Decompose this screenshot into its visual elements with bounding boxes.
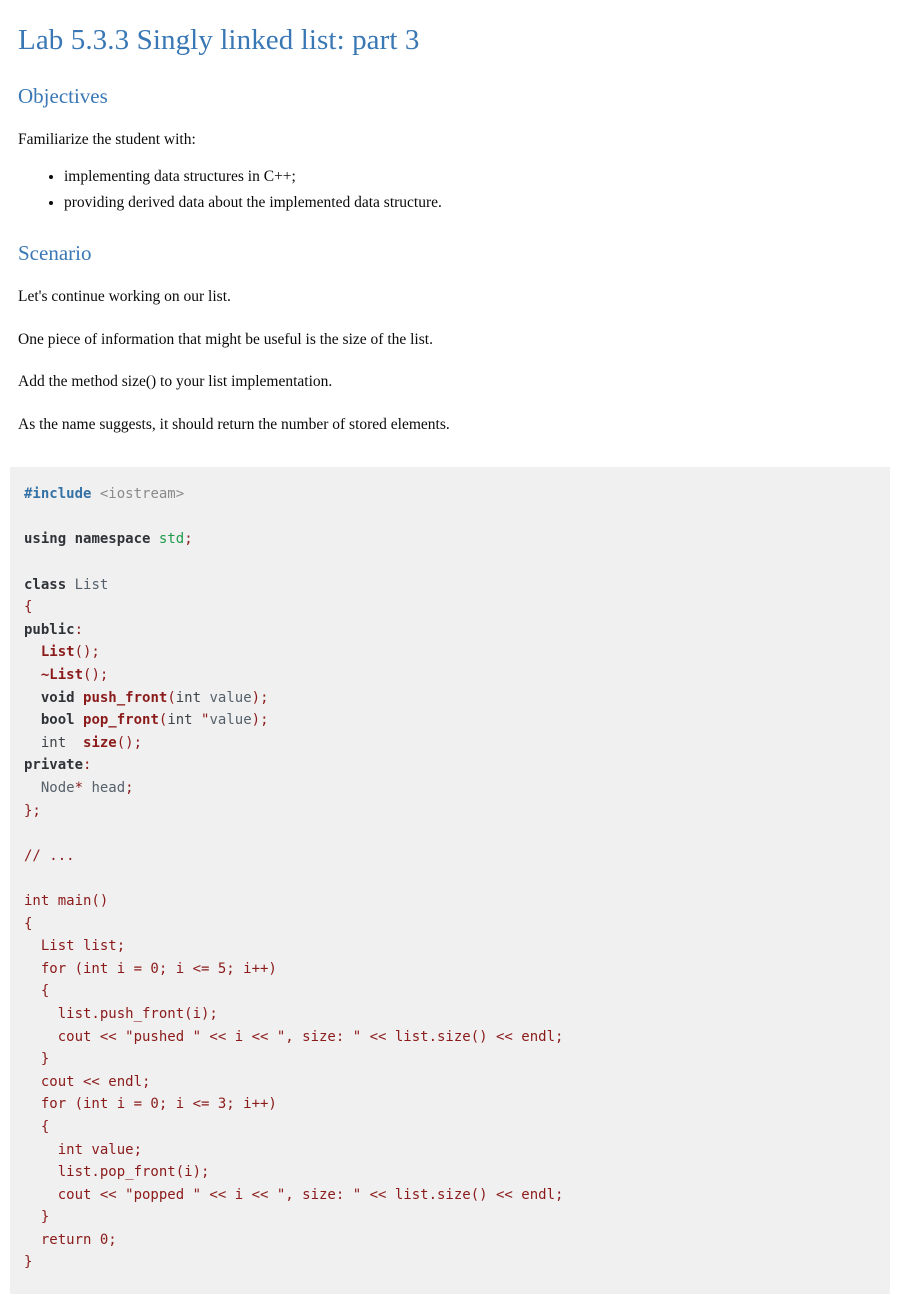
list-item: providing derived data about the impleme…: [64, 192, 890, 215]
code-listing: #include <iostream> using namespace std;…: [24, 486, 564, 1271]
scenario-paragraph: Add the method size() to your list imple…: [18, 373, 333, 391]
scenario-paragraph: As the name suggests, it should return t…: [18, 415, 450, 433]
document-content: Lab 5.3.3 Singly linked list: part 3 Obj…: [0, 22, 906, 436]
scenario-paragraph: Let's continue working on our list.: [18, 288, 231, 306]
scenario-paragraph: One piece of information that might be u…: [18, 330, 433, 348]
page-title: Lab 5.3.3 Singly linked list: part 3: [18, 24, 420, 56]
objectives-intro-text: Familiarize the student with:: [18, 131, 196, 149]
section-heading-scenario: Scenario: [18, 241, 92, 266]
list-item: implementing data structures in C++;: [64, 166, 890, 189]
section-heading-objectives: Objectives: [18, 83, 108, 108]
code-block: #include <iostream> using namespace std;…: [10, 467, 890, 1294]
objectives-list: implementing data structures in C++; pro…: [18, 166, 890, 216]
document-page: Lab 5.3.3 Singly linked list: part 3 Obj…: [0, 0, 906, 1294]
